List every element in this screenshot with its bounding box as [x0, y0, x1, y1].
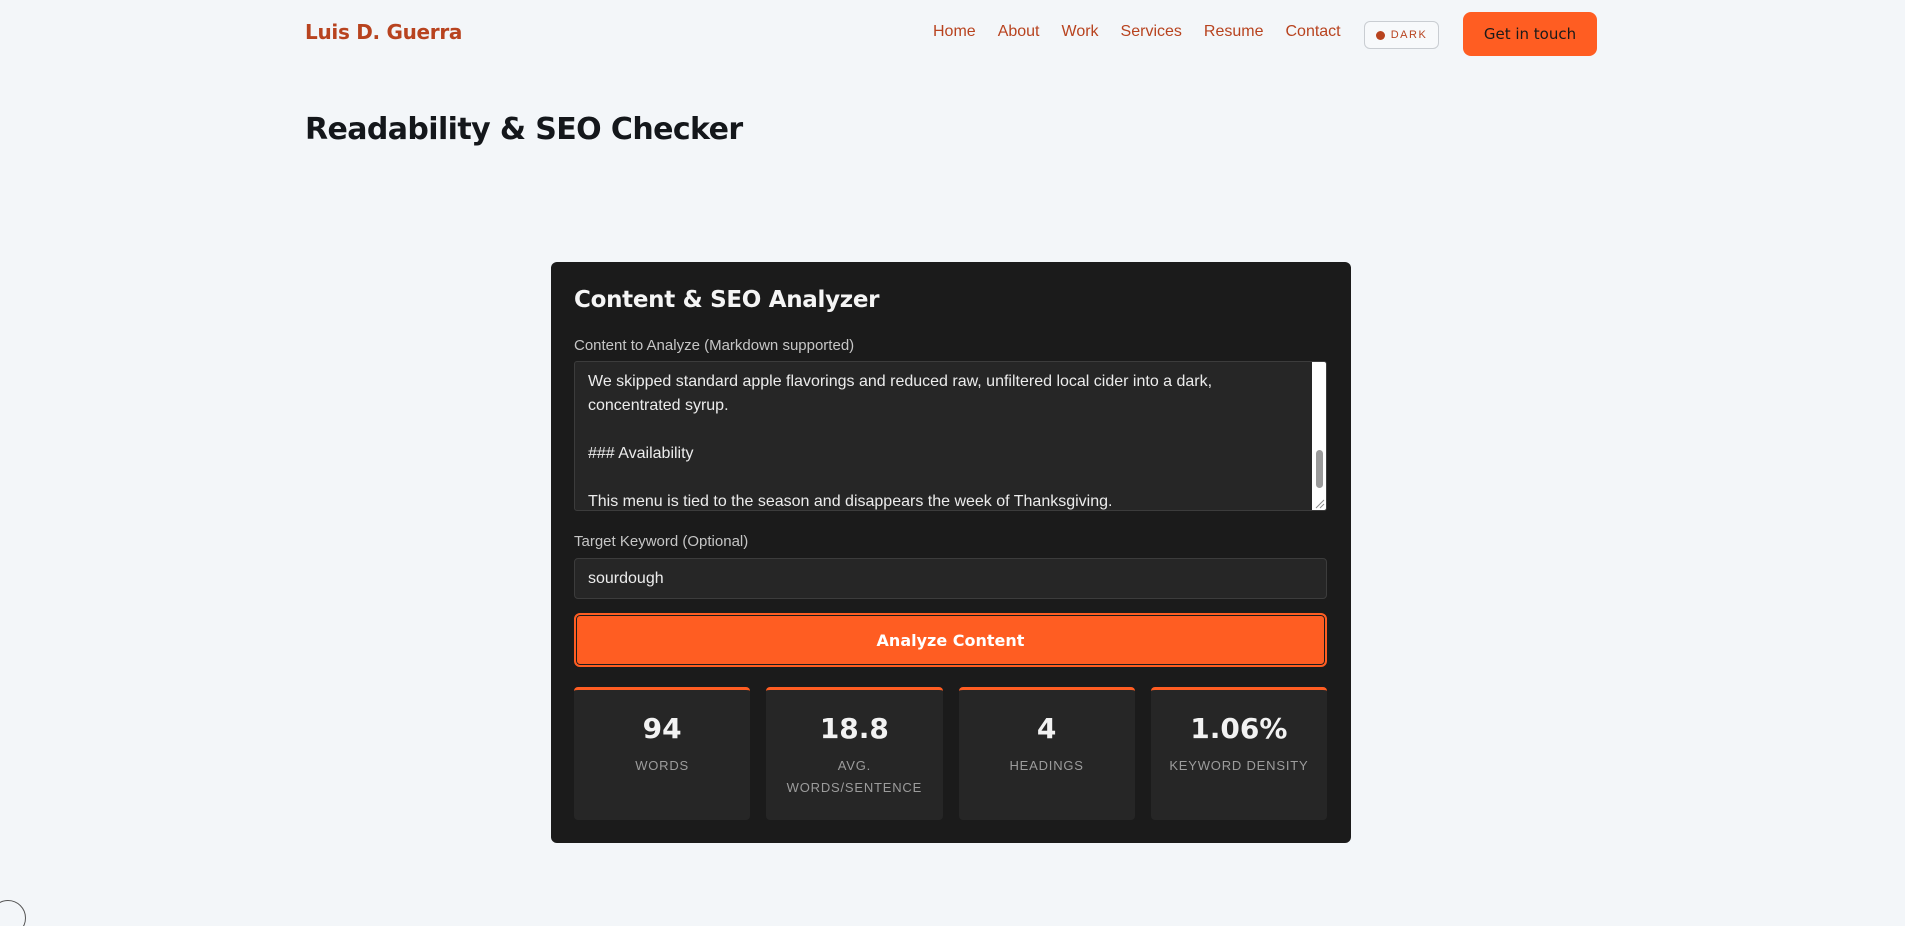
theme-dot-icon	[1375, 30, 1385, 40]
content-line: ### Availability	[588, 445, 694, 462]
seo-analyzer-card: Content & SEO Analyzer Content to Analyz…	[551, 262, 1351, 843]
stat-label: Headings	[1009, 758, 1084, 773]
nav-link-services[interactable]: Services	[1121, 23, 1182, 41]
content-text: We skipped standard apple flavorings and…	[588, 370, 1303, 510]
nav-link-home[interactable]: Home	[933, 23, 976, 41]
scrollbar-thumb[interactable]	[1316, 450, 1323, 488]
content-label: Content to Analyze (Markdown supported)	[574, 337, 855, 354]
stat-value: 18.8	[819, 712, 889, 745]
stat-value: 94	[642, 712, 682, 745]
stats-grid: 94 Words 18.8 Avg. Words/Sentence 4 Head…	[574, 687, 1327, 820]
stat-label: Avg. Words/Sentence	[786, 758, 923, 795]
stat-card-avg-words-sentence: 18.8 Avg. Words/Sentence	[766, 687, 943, 820]
site-header: Luis D. Guerra Home About Work Services …	[0, 0, 1905, 68]
window-corner	[0, 900, 26, 926]
content-line: We skipped standard apple flavorings and…	[588, 373, 1213, 414]
analyze-content-button[interactable]: Analyze Content	[574, 613, 1327, 667]
nav-link-about[interactable]: About	[998, 23, 1040, 41]
stat-label: Words	[635, 758, 690, 773]
stat-value: 4	[1036, 712, 1057, 745]
keyword-label: Target Keyword (Optional)	[574, 533, 749, 550]
theme-toggle-label: DARK	[1390, 29, 1428, 41]
brand-logo[interactable]: Luis D. Guerra	[305, 20, 462, 44]
nav-link-work[interactable]: Work	[1062, 23, 1099, 41]
main-nav: Home About Work Services Resume Contact	[933, 23, 1341, 41]
stat-card-keyword-density: 1.06% Keyword Density	[1150, 687, 1327, 820]
theme-toggle-button[interactable]: DARK	[1364, 21, 1439, 49]
stat-value: 1.06%	[1190, 712, 1288, 745]
stat-card-headings: 4 Headings	[958, 687, 1135, 820]
nav-link-resume[interactable]: Resume	[1204, 23, 1264, 41]
content-textarea[interactable]: We skipped standard apple flavorings and…	[574, 361, 1327, 511]
nav-link-contact[interactable]: Contact	[1285, 23, 1340, 41]
page-title: Readability & SEO Checker	[305, 112, 743, 147]
stat-card-words: 94 Words	[574, 687, 751, 820]
analyzer-title: Content & SEO Analyzer	[574, 287, 880, 313]
textarea-scrollbar[interactable]	[1312, 362, 1326, 510]
get-in-touch-button[interactable]: Get in touch	[1463, 12, 1597, 56]
content-line: This menu is tied to the season and disa…	[588, 493, 1113, 510]
stat-label: Keyword Density	[1169, 758, 1309, 773]
resize-handle-icon[interactable]	[1314, 498, 1325, 509]
keyword-input[interactable]: sourdough	[574, 558, 1327, 599]
